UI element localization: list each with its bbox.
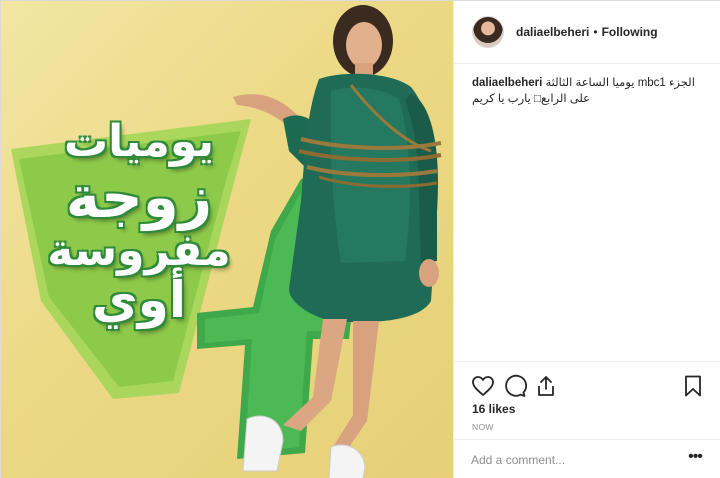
following-button[interactable]: Following [602, 25, 658, 39]
post-dialog: يوميات زوجة مفروسة أوي daliaelbeheri • Fol… [0, 0, 720, 478]
header-user-line: daliaelbeheri • Following [516, 25, 658, 39]
comment-input[interactable] [471, 450, 671, 470]
profile-avatar[interactable] [472, 16, 504, 48]
header-username[interactable]: daliaelbeheri [516, 25, 589, 39]
heart-icon[interactable] [471, 374, 495, 398]
poster-title-line-3: مفروسة [47, 225, 231, 277]
comment-icon[interactable] [503, 374, 527, 398]
post-header: daliaelbeheri • Following [454, 1, 720, 64]
post-timestamp: NOW [472, 422, 494, 432]
caption-username[interactable]: daliaelbeheri [472, 77, 542, 89]
poster-title-line-2: زوجة [65, 163, 213, 232]
header-separator: • [593, 25, 598, 39]
poster-title: يوميات زوجة مفروسة أوي [29, 116, 249, 330]
post-caption: daliaelbeheri الجزء mbc1 يوميا الساعة ال… [472, 75, 704, 107]
bookmark-icon[interactable] [681, 374, 705, 398]
share-icon[interactable] [534, 374, 558, 398]
poster-title-line-1: يوميات [63, 116, 215, 167]
likes-count[interactable]: 16 likes [472, 402, 515, 416]
more-options-icon[interactable]: ••• [684, 448, 706, 470]
post-sidebar: daliaelbeheri • Following daliaelbeheri ال… [453, 1, 720, 478]
poster-title-line-4: أوي [91, 271, 187, 330]
post-image[interactable]: يوميات زوجة مفروسة أوي [1, 1, 453, 478]
comment-bar: ••• [454, 439, 720, 478]
